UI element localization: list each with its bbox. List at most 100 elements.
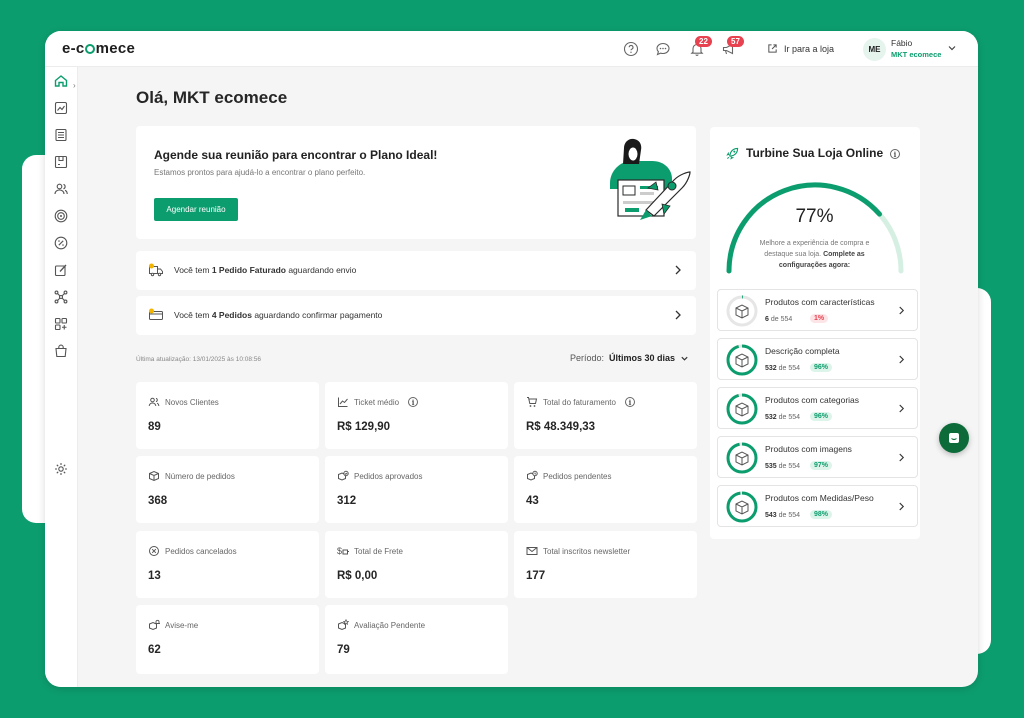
metric-card-orders-count[interactable]: Número de pedidos 368 bbox=[136, 456, 319, 523]
metric-card-pending-reviews[interactable]: Avaliação Pendente 79 bbox=[325, 605, 508, 674]
info-icon[interactable]: i bbox=[408, 397, 419, 407]
metric-value: 89 bbox=[148, 421, 161, 433]
chat-support-button[interactable] bbox=[939, 423, 969, 453]
rocket-icon bbox=[726, 147, 739, 160]
logo[interactable]: e-c mece bbox=[62, 40, 135, 57]
shopping-bag-icon[interactable] bbox=[53, 343, 69, 359]
turbine-title: Turbine Sua Loja Online bbox=[746, 146, 884, 160]
task-title: Produtos com Medidas/Peso bbox=[765, 493, 874, 503]
sidebar-expand-chevron-icon[interactable]: › bbox=[73, 81, 76, 90]
period-value: Últimos 30 dias bbox=[609, 353, 676, 363]
cancel-circle-icon bbox=[149, 546, 159, 556]
customers-icon[interactable] bbox=[53, 181, 69, 197]
task-item[interactable]: Produtos com características 6 de 554 1% bbox=[717, 289, 918, 331]
box-description-icon bbox=[735, 353, 749, 368]
metric-label: Novos Clientes bbox=[148, 396, 219, 408]
box-bell-icon bbox=[149, 619, 160, 631]
messages-button[interactable]: 57 bbox=[721, 36, 744, 57]
integrations-icon[interactable] bbox=[53, 289, 69, 305]
sidebar: › bbox=[45, 67, 78, 687]
chat-bubble-icon[interactable] bbox=[655, 41, 671, 57]
page-title: Olá, MKT ecomece bbox=[136, 88, 288, 107]
metric-value: 13 bbox=[148, 570, 161, 582]
task-progress-ring bbox=[726, 344, 758, 376]
metric-value: 312 bbox=[337, 495, 357, 507]
help-circle-icon[interactable] bbox=[623, 41, 639, 57]
user-name[interactable]: Fábio bbox=[891, 38, 912, 48]
go-to-store-link[interactable]: Ir para a loja bbox=[767, 43, 834, 54]
box-star-icon bbox=[338, 619, 349, 631]
metric-label: Pedidos aprovados bbox=[337, 470, 423, 482]
chevron-down-icon bbox=[681, 356, 688, 361]
metric-card-shipping-total[interactable]: $ Total de Frete R$ 0,00 bbox=[325, 531, 508, 598]
box-category-icon bbox=[735, 402, 749, 417]
home-icon[interactable] bbox=[53, 73, 69, 89]
notice-pending-payment[interactable]: Você tem 4 Pedidos aguardando confirmar … bbox=[136, 296, 696, 335]
metric-card-approved-orders[interactable]: Pedidos aprovados 312 bbox=[325, 456, 508, 523]
target-icon[interactable] bbox=[53, 208, 69, 224]
gear-icon[interactable] bbox=[53, 461, 69, 477]
metric-label: Avaliação Pendente bbox=[337, 619, 425, 631]
shipping-money-icon: $ bbox=[337, 546, 349, 556]
metric-label: Total do faturamento i bbox=[526, 396, 635, 408]
metric-value: 368 bbox=[148, 495, 168, 507]
metric-card-avg-ticket[interactable]: Ticket médio i R$ 129,90 bbox=[325, 382, 508, 449]
metric-label: Pedidos cancelados bbox=[148, 545, 237, 557]
notice-invoiced-orders[interactable]: Você tem 1 Pedido Faturado aguardando en… bbox=[136, 251, 696, 290]
chevron-right-icon bbox=[899, 404, 905, 413]
task-percent-badge: 96% bbox=[810, 363, 833, 372]
period-label: Período: bbox=[570, 353, 605, 363]
chat-icon bbox=[949, 433, 959, 443]
task-count: 6 de 554 bbox=[765, 316, 793, 323]
metric-value: 177 bbox=[526, 570, 546, 582]
metric-value: 62 bbox=[148, 644, 161, 656]
metric-card-pending-orders[interactable]: Pedidos pendentes 43 bbox=[514, 456, 697, 523]
task-percent-badge: 98% bbox=[810, 510, 833, 519]
task-percent-badge: 96% bbox=[810, 412, 833, 421]
metric-card-notify-me[interactable]: Avise-me 62 bbox=[136, 605, 319, 674]
chevron-right-icon bbox=[899, 306, 905, 315]
task-item[interactable]: Produtos com Medidas/Peso 543 de 554 98% bbox=[717, 485, 918, 527]
box-icon bbox=[149, 470, 159, 482]
cart-money-icon bbox=[527, 397, 538, 407]
task-progress-ring bbox=[726, 491, 758, 523]
apps-icon[interactable] bbox=[53, 316, 69, 332]
task-item[interactable]: Produtos com imagens 535 de 554 97% bbox=[717, 436, 918, 478]
avatar[interactable]: ME bbox=[863, 38, 886, 61]
metric-card-total-revenue[interactable]: Total do faturamento i R$ 48.349,33 bbox=[514, 382, 697, 449]
metric-value: R$ 129,90 bbox=[337, 421, 391, 433]
metric-card-newsletter[interactable]: Total inscritos newsletter 177 bbox=[514, 531, 697, 598]
task-item[interactable]: Produtos com categorias 532 de 554 96% bbox=[717, 387, 918, 429]
period-selector[interactable]: Período: Últimos 30 dias bbox=[570, 353, 689, 363]
chart-icon[interactable] bbox=[53, 100, 69, 116]
task-title: Produtos com categorias bbox=[765, 395, 860, 405]
info-icon[interactable]: i bbox=[890, 149, 900, 159]
metric-card-new-customers[interactable]: Novos Clientes 89 bbox=[136, 382, 319, 449]
notice-text: Você tem 1 Pedido Faturado aguardando en… bbox=[174, 265, 357, 275]
top-bar: e-c mece 22 57 Ir para a loja ME Fábio MK… bbox=[45, 31, 978, 67]
metric-label: Avise-me bbox=[148, 619, 198, 631]
chevron-right-icon bbox=[899, 355, 905, 364]
task-progress-ring bbox=[726, 295, 758, 327]
task-item[interactable]: Descrição completa 532 de 554 96% bbox=[717, 338, 918, 380]
chevron-down-icon[interactable] bbox=[947, 43, 957, 53]
info-icon[interactable]: i bbox=[624, 397, 635, 407]
schedule-meeting-button[interactable]: Agendar reunião bbox=[154, 198, 238, 221]
task-progress-ring bbox=[726, 442, 758, 474]
box-features-icon bbox=[735, 304, 749, 319]
notifications-button[interactable]: 22 bbox=[689, 36, 712, 57]
promo-subtitle: Estamos prontos para ajudá-lo a encontra… bbox=[154, 168, 366, 177]
chevron-right-icon bbox=[675, 265, 681, 275]
edit-icon[interactable] bbox=[53, 262, 69, 278]
user-store-name[interactable]: MKT ecomece bbox=[891, 50, 941, 59]
turbine-store-panel: Turbine Sua Loja Online i 77% Melhore a … bbox=[710, 127, 920, 539]
completion-percent: 77% bbox=[795, 206, 834, 227]
task-percent-badge: 1% bbox=[810, 314, 829, 323]
metric-value: R$ 48.349,33 bbox=[526, 421, 596, 433]
box-check-icon bbox=[338, 470, 349, 481]
orders-icon[interactable] bbox=[53, 154, 69, 170]
discount-icon[interactable] bbox=[53, 235, 69, 251]
metric-card-cancelled-orders[interactable]: Pedidos cancelados 13 bbox=[136, 531, 319, 598]
task-title: Produtos com características bbox=[765, 297, 875, 307]
catalog-icon[interactable] bbox=[53, 127, 69, 143]
